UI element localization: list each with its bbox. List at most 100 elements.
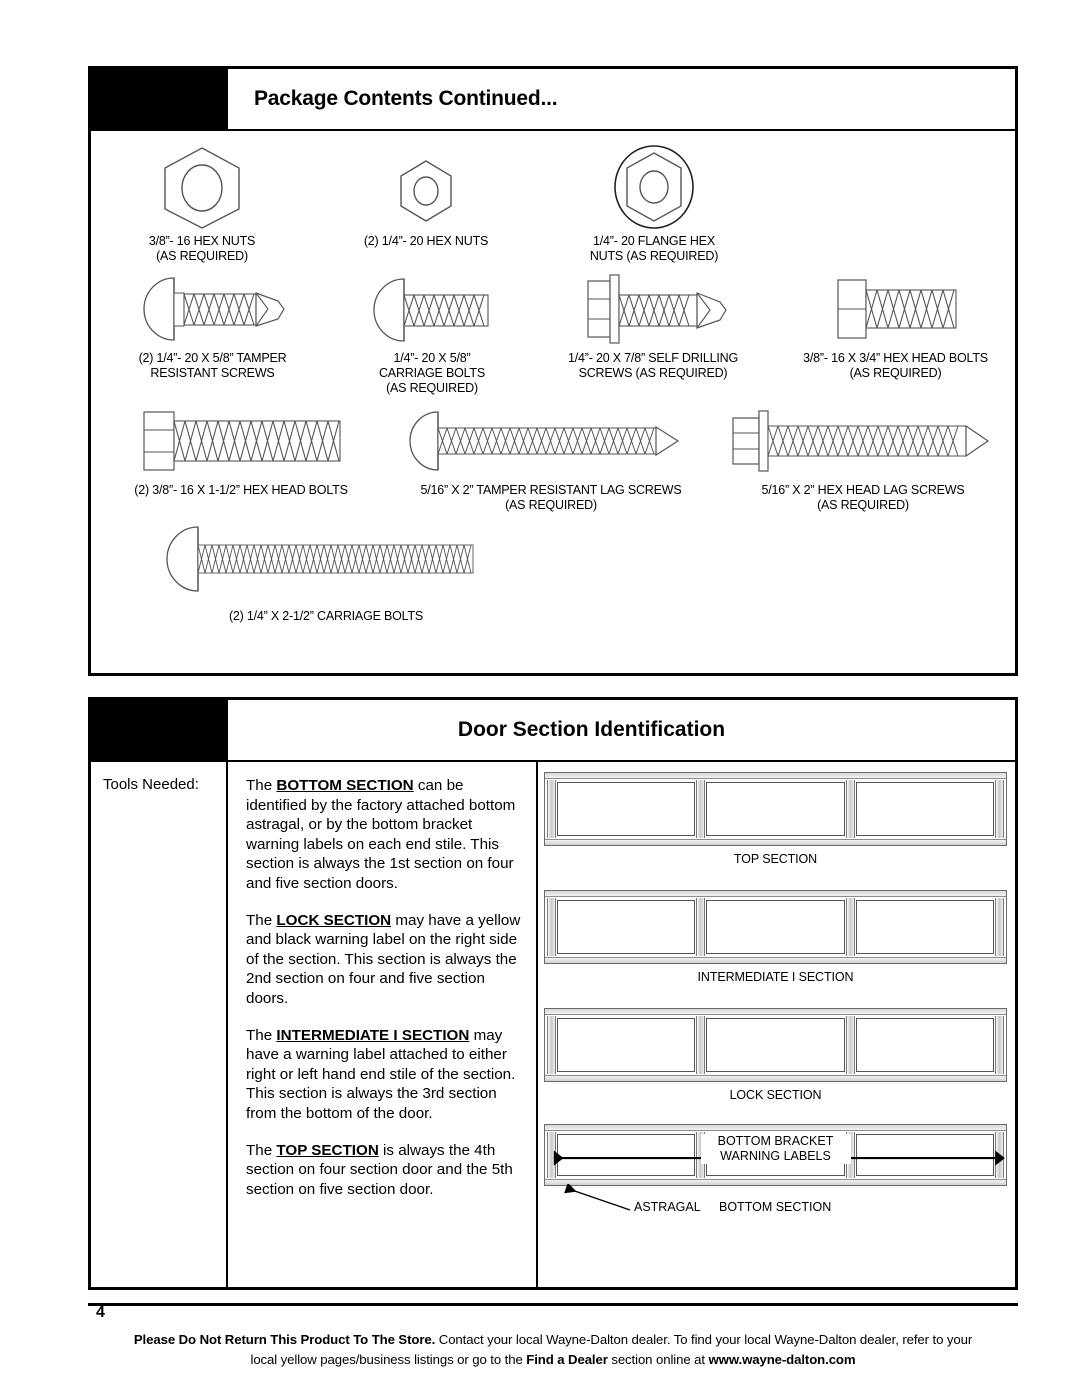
hardware-row-3: (2) 3/8”- 16 X 1-1/2” HEX HEAD BOLTS 5/1… — [91, 396, 1015, 513]
center-stile — [696, 780, 706, 838]
hardware-item: 1/4”- 20 X 5/8” CARRIAGE BOLTS (AS REQUI… — [334, 272, 530, 396]
section-panel — [557, 900, 696, 954]
door-section-lock: LOCK SECTION — [544, 1008, 1007, 1102]
footer-bold-lead: Please Do Not Return This Product To The… — [133, 1332, 436, 1347]
door-section-identification-panel: Door Section Identification Tools Needed… — [88, 697, 1018, 1290]
section-panel — [706, 782, 845, 836]
carriage-bolt-short-icon — [362, 272, 502, 346]
header-black-block — [91, 700, 228, 760]
paragraph-term: TOP SECTION — [276, 1141, 379, 1159]
tools-needed-column: Tools Needed: — [91, 762, 228, 1287]
paragraph-lead: The — [246, 911, 277, 929]
hardware-item: (2) 1/4” X 2-1/2” CARRIAGE BOLTS — [91, 519, 561, 624]
hardware-label: (2) 1/4”- 20 HEX NUTS — [363, 234, 489, 248]
section-panel — [855, 1018, 994, 1072]
hardware-row-2: (2) 1/4”- 20 X 5/8” TAMPER RESISTANT SCR… — [91, 264, 1015, 396]
hardware-item: 1/4”- 20 X 7/8” SELF DRILLING SCREWS (AS… — [530, 272, 776, 396]
flange-hex-nut-icon — [608, 143, 700, 229]
end-stile — [547, 1016, 556, 1074]
section-panel — [706, 1018, 845, 1072]
end-stile — [547, 780, 556, 838]
section-panel — [855, 900, 994, 954]
tamper-resistant-screw-icon — [128, 272, 298, 346]
hex-head-lag-screw-icon — [721, 404, 1006, 478]
hardware-label: (2) 3/8”- 16 X 1-1/2” HEX HEAD BOLTS — [134, 483, 348, 497]
hardware-item: (2) 1/4”- 20 HEX NUTS — [313, 143, 539, 264]
end-stile — [994, 780, 1004, 838]
hardware-label: 1/4”- 20 FLANGE HEX NUTS (AS REQUIRED) — [589, 234, 719, 263]
hardware-label: (2) 1/4”- 20 X 5/8” TAMPER RESISTANT SCR… — [138, 351, 287, 380]
self-drilling-screw-icon — [566, 272, 741, 346]
paragraph-term: INTERMEDIATE I SECTION — [276, 1026, 470, 1044]
center-stile — [845, 780, 855, 838]
section-description-column: The BOTTOM SECTION can be identified by … — [228, 762, 538, 1287]
hardware-item: 3/8”- 16 HEX NUTS (AS REQUIRED) — [91, 143, 313, 264]
hardware-label: 1/4”- 20 X 5/8” CARRIAGE BOLTS (AS REQUI… — [378, 351, 486, 395]
section-label: TOP SECTION — [733, 852, 818, 866]
package-panel-title: Package Contents Continued... — [254, 87, 558, 110]
section-drawing — [544, 772, 1007, 846]
hardware-item: (2) 1/4”- 20 X 5/8” TAMPER RESISTANT SCR… — [91, 272, 334, 396]
door-diagram-column: TOP SECTION INTERMEDIATE I SECTION LOCK … — [538, 762, 1015, 1287]
center-stile — [696, 1016, 706, 1074]
paragraph-lead: The — [246, 777, 277, 794]
door-section-intermediate: INTERMEDIATE I SECTION — [544, 890, 1007, 984]
header-black-block — [91, 69, 228, 129]
hardware-row-1: 3/8”- 16 HEX NUTS (AS REQUIRED) (2) 1/4”… — [91, 139, 1015, 264]
bottom-bracket-callout: BOTTOM BRACKET WARNING LABELS — [700, 1134, 851, 1164]
footer-divider — [88, 1303, 1018, 1306]
section-panel — [706, 900, 845, 954]
paragraph-term: LOCK SECTION — [276, 911, 392, 929]
paragraph-lock-section: The LOCK SECTION may have a yellow and b… — [246, 911, 522, 1009]
section-drawing — [544, 1008, 1007, 1082]
hex-head-bolt-short-icon — [816, 272, 976, 346]
hardware-item: 5/16” X 2” TAMPER RESISTANT LAG SCREWS (… — [391, 404, 711, 513]
end-stile — [547, 898, 556, 956]
hardware-label: (2) 1/4” X 2-1/2” CARRIAGE BOLTS — [228, 609, 424, 623]
tools-needed-label: Tools Needed: — [103, 776, 199, 793]
carriage-bolt-long-icon — [136, 519, 516, 595]
door-section-bottom: BOTTOM BRACKET WARNING LABELS ASTRAGAL B… — [544, 1124, 1007, 1220]
package-panel-header: Package Contents Continued... — [91, 69, 1015, 131]
hardware-label: 1/4”- 20 X 7/8” SELF DRILLING SCREWS (AS… — [568, 351, 738, 380]
paragraph-top-section: The TOP SECTION is always the 4th sectio… — [246, 1141, 522, 1200]
hardware-item: 5/16” X 2” HEX HEAD LAG SCREWS (AS REQUI… — [711, 404, 1015, 513]
footer-line2-pre: local yellow pages/business listings or … — [250, 1352, 527, 1367]
center-stile — [696, 898, 706, 956]
manual-page: Package Contents Continued... 3/8”- 16 H… — [0, 0, 1080, 1397]
paragraph-intermediate-section: The INTERMEDIATE I SECTION may have a wa… — [246, 1026, 522, 1124]
hardware-row-4: (2) 1/4” X 2-1/2” CARRIAGE BOLTS — [91, 513, 1015, 624]
footer-notice: Please Do Not Return This Product To The… — [88, 1330, 1018, 1370]
door-panel-body: Tools Needed: The BOTTOM SECTION can be … — [91, 762, 1015, 1287]
hex-nut-icon — [154, 143, 250, 229]
section-label: INTERMEDIATE I SECTION — [697, 970, 854, 984]
hardware-item: 3/8”- 16 X 3/4” HEX HEAD BOLTS (AS REQUI… — [776, 272, 1015, 396]
footer-line1-rest: Contact your local Wayne-Dalton dealer. … — [435, 1332, 973, 1347]
footer-find-a-dealer: Find a Dealer — [526, 1352, 608, 1367]
center-stile — [845, 1016, 855, 1074]
tamper-resistant-lag-screw-icon — [406, 404, 696, 478]
end-stile — [994, 898, 1004, 956]
door-panel-header: Door Section Identification — [91, 700, 1015, 762]
hex-nut-small-icon — [391, 143, 461, 229]
hardware-item: 1/4”- 20 FLANGE HEX NUTS (AS REQUIRED) — [539, 143, 769, 264]
package-panel-body: 3/8”- 16 HEX NUTS (AS REQUIRED) (2) 1/4”… — [91, 131, 1015, 624]
hex-head-bolt-long-icon — [116, 404, 366, 478]
page-number: 4 — [96, 1304, 105, 1321]
section-panel — [557, 1018, 696, 1072]
hardware-label: 5/16” X 2” HEX HEAD LAG SCREWS (AS REQUI… — [761, 483, 965, 512]
paragraph-lead: The — [246, 1026, 277, 1044]
paragraph-bottom-section: The BOTTOM SECTION can be identified by … — [246, 776, 522, 894]
paragraph-rest: can be identified by the factory attache… — [246, 777, 516, 892]
section-label: LOCK SECTION — [729, 1088, 822, 1102]
door-section-top: TOP SECTION — [544, 772, 1007, 866]
door-panel-title: Door Section Identification — [457, 718, 726, 741]
footer-line2-mid: section online at — [607, 1352, 709, 1367]
paragraph-lead: The — [246, 1141, 277, 1159]
footer-url: www.wayne-dalton.com — [708, 1352, 856, 1367]
hardware-label: 3/8”- 16 HEX NUTS (AS REQUIRED) — [148, 234, 256, 263]
paragraph-term: BOTTOM SECTION — [276, 777, 414, 794]
section-panel — [855, 782, 994, 836]
section-drawing — [544, 890, 1007, 964]
hardware-item: (2) 3/8”- 16 X 1-1/2” HEX HEAD BOLTS — [91, 404, 391, 513]
